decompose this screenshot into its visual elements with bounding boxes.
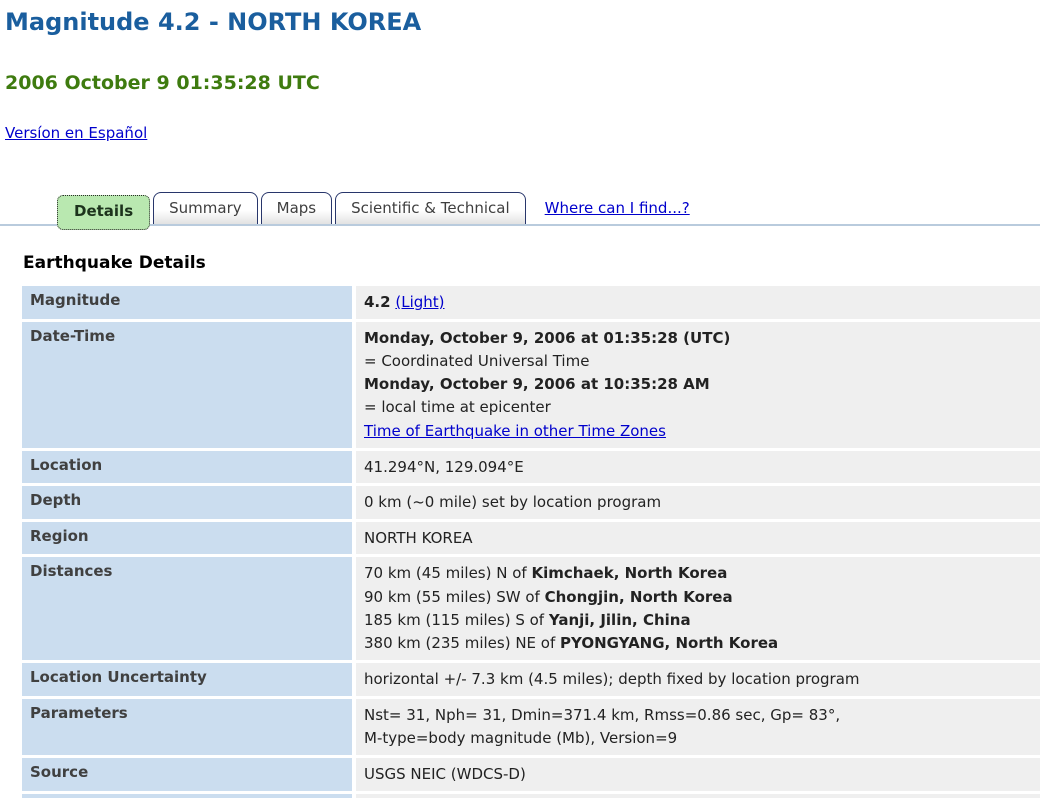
distance-line: 70 km (45 miles) N of Kimchaek, North Ko…: [364, 562, 1032, 585]
spanish-version-link[interactable]: Versíon en Español: [5, 124, 147, 142]
table-row-source: Source USGS NEIC (WDCS-D): [22, 758, 1040, 791]
row-label-datetime: Date-Time: [22, 322, 352, 448]
magnitude-class-link[interactable]: (Light): [395, 293, 444, 311]
where-can-i-find-link[interactable]: Where can I find...?: [545, 199, 690, 217]
tab-details[interactable]: Details: [57, 195, 150, 230]
datetime-utc-line: Monday, October 9, 2006 at 01:35:28 (UTC…: [364, 327, 1032, 350]
row-value-source: USGS NEIC (WDCS-D): [356, 758, 1040, 791]
table-row-location-uncertainty: Location Uncertainty horizontal +/- 7.3 …: [22, 663, 1040, 696]
other-timezones-link[interactable]: Time of Earthquake in other Time Zones: [364, 422, 666, 440]
distance-line: 185 km (115 miles) S of Yanji, Jilin, Ch…: [364, 609, 1032, 632]
table-row-magnitude: Magnitude 4.2 (Light): [22, 286, 1040, 319]
row-label-location: Location: [22, 451, 352, 484]
earthquake-details-table: Magnitude 4.2 (Light) Date-Time Monday, …: [18, 283, 1040, 798]
row-value-location-uncertainty: horizontal +/- 7.3 km (4.5 miles); depth…: [356, 663, 1040, 696]
row-label-distances: Distances: [22, 557, 352, 660]
row-label-region: Region: [22, 522, 352, 555]
row-value-magnitude: 4.2 (Light): [356, 286, 1040, 319]
tab-scientific-technical[interactable]: Scientific & Technical: [335, 192, 526, 224]
earthquake-details-page: Magnitude 4.2 - NORTH KOREA 2006 October…: [0, 0, 1040, 798]
datetime-local-note: = local time at epicenter: [364, 396, 1032, 419]
distance-line: 90 km (55 miles) SW of Chongjin, North K…: [364, 586, 1032, 609]
parameters-line2: M-type=body magnitude (Mb), Version=9: [364, 727, 1032, 750]
row-label-event-id: Event ID: [22, 794, 352, 798]
datetime-utc-note: = Coordinated Universal Time: [364, 350, 1032, 373]
tab-bar: Details Summary Maps Scientific & Techni…: [0, 189, 1040, 226]
table-row-location: Location 41.294°N, 129.094°E: [22, 451, 1040, 484]
row-label-magnitude: Magnitude: [22, 286, 352, 319]
table-row-region: Region NORTH KOREA: [22, 522, 1040, 555]
section-heading: Earthquake Details: [0, 226, 1040, 273]
tab-maps[interactable]: Maps: [261, 192, 332, 224]
table-row-event-id: Event ID ustqab: [22, 794, 1040, 798]
row-label-depth: Depth: [22, 486, 352, 519]
spanish-version-link-wrap: Versíon en Español: [0, 94, 1040, 142]
row-label-source: Source: [22, 758, 352, 791]
table-row-datetime: Date-Time Monday, October 9, 2006 at 01:…: [22, 322, 1040, 448]
datetime-local-line: Monday, October 9, 2006 at 10:35:28 AM: [364, 373, 1032, 396]
event-datetime: 2006 October 9 01:35:28 UTC: [0, 36, 1040, 94]
parameters-line1: Nst= 31, Nph= 31, Dmin=371.4 km, Rmss=0.…: [364, 704, 1032, 727]
row-value-parameters: Nst= 31, Nph= 31, Dmin=371.4 km, Rmss=0.…: [356, 699, 1040, 756]
row-value-datetime: Monday, October 9, 2006 at 01:35:28 (UTC…: [356, 322, 1040, 448]
row-label-parameters: Parameters: [22, 699, 352, 756]
magnitude-value: 4.2: [364, 293, 391, 311]
row-value-region: NORTH KOREA: [356, 522, 1040, 555]
row-value-depth: 0 km (~0 mile) set by location program: [356, 486, 1040, 519]
page-title: Magnitude 4.2 - NORTH KOREA: [0, 0, 1040, 36]
table-row-depth: Depth 0 km (~0 mile) set by location pro…: [22, 486, 1040, 519]
tab-summary[interactable]: Summary: [153, 192, 258, 224]
distance-line: 380 km (235 miles) NE of PYONGYANG, Nort…: [364, 632, 1032, 655]
row-value-location: 41.294°N, 129.094°E: [356, 451, 1040, 484]
table-row-distances: Distances 70 km (45 miles) N of Kimchaek…: [22, 557, 1040, 660]
row-label-location-uncertainty: Location Uncertainty: [22, 663, 352, 696]
row-value-event-id: ustqab: [356, 794, 1040, 798]
table-row-parameters: Parameters Nst= 31, Nph= 31, Dmin=371.4 …: [22, 699, 1040, 756]
row-value-distances: 70 km (45 miles) N of Kimchaek, North Ko…: [356, 557, 1040, 660]
